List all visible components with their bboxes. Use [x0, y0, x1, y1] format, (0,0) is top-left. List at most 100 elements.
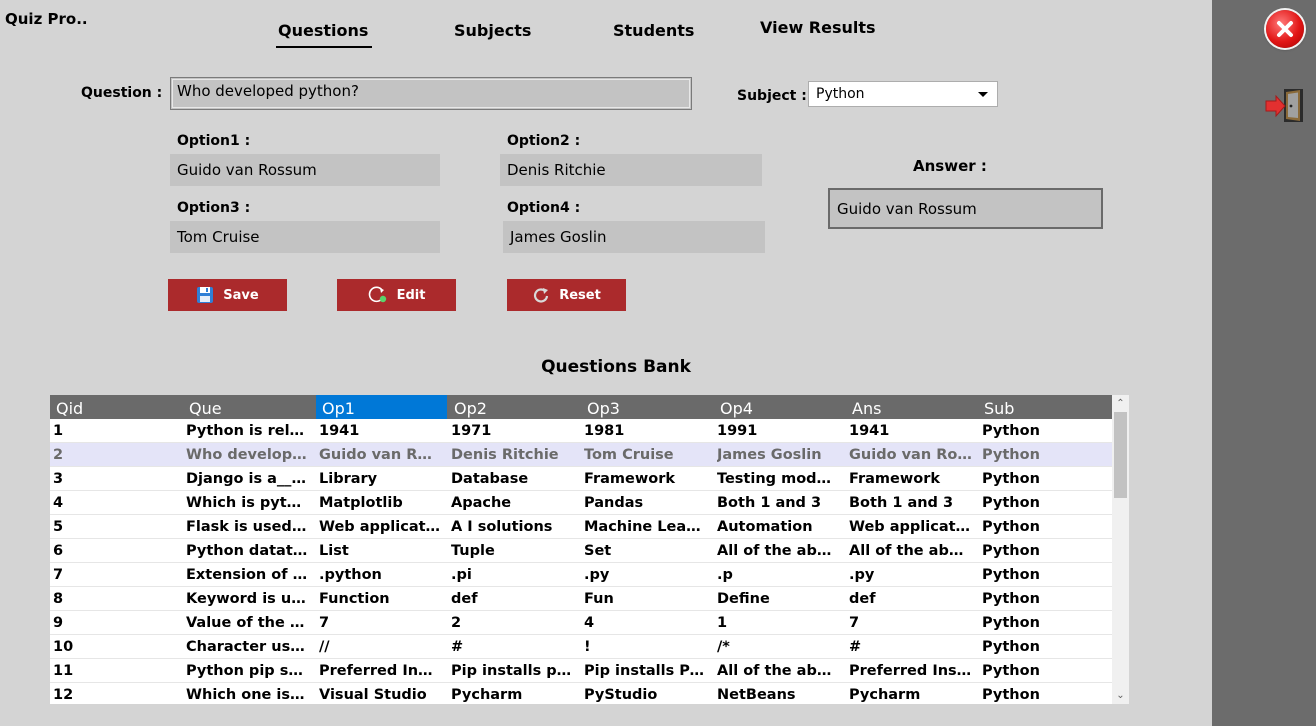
- option3-input[interactable]: Tom Cruise: [170, 221, 440, 253]
- table-scrollbar[interactable]: ⌃ ⌄: [1112, 395, 1129, 704]
- table-cell: Denis Ritchie: [451, 447, 559, 463]
- table-cell: Web applicatio...: [849, 519, 973, 535]
- table-cell: Pip installs pyt...: [451, 663, 575, 679]
- table-cell: 1941: [319, 423, 360, 439]
- table-cell: Machine Learni...: [584, 519, 706, 535]
- right-sidebar: [1212, 0, 1316, 726]
- subject-label: Subject :: [737, 88, 807, 104]
- table-cell: Automation: [717, 519, 813, 535]
- subject-select[interactable]: Python: [808, 81, 998, 107]
- tab-students[interactable]: Students: [613, 21, 694, 40]
- chevron-down-icon: [978, 92, 988, 97]
- table-cell: 6: [53, 543, 64, 559]
- table-cell: Python pip sta...: [186, 663, 308, 679]
- table-cell: PyStudio: [584, 687, 658, 703]
- tab-view-results[interactable]: View Results: [760, 18, 876, 37]
- table-cell: #: [451, 639, 464, 655]
- table-cell: James Goslin: [717, 447, 822, 463]
- table-cell: Tom Cruise: [584, 447, 674, 463]
- table-row[interactable]: 10 Character used... // #! /* # Python: [50, 635, 1112, 659]
- app-title: Quiz Pro..: [5, 10, 88, 28]
- reset-button[interactable]: Reset: [507, 279, 626, 311]
- column-header-qid[interactable]: Qid: [50, 395, 183, 419]
- scrollbar-thumb[interactable]: [1114, 412, 1127, 498]
- table-cell: Guido van Ros...: [319, 447, 441, 463]
- table-row[interactable]: 4 Which is pytho... Matplotlib Apache Pandas…: [50, 491, 1112, 515]
- table-row[interactable]: 8 Keyword is use... Function def Fun Define de…: [50, 587, 1112, 611]
- scroll-down-icon[interactable]: ⌄: [1116, 691, 1125, 701]
- close-icon[interactable]: [1266, 10, 1304, 48]
- table-cell: .p: [717, 567, 733, 583]
- table-cell: Visual Studio: [319, 687, 427, 703]
- table-row[interactable]: 6 Python datatyp... List Tuple Set All of the…: [50, 539, 1112, 563]
- table-cell: !: [584, 639, 591, 655]
- table-cell: NetBeans: [717, 687, 796, 703]
- option1-label: Option1 :: [177, 133, 251, 149]
- table-cell: 10: [53, 639, 74, 655]
- tab-questions[interactable]: Questions: [275, 21, 373, 48]
- table-row[interactable]: 11 Python pip sta... Preferred Insta... Pip…: [50, 659, 1112, 683]
- table-cell: Preferred Insta...: [319, 663, 441, 679]
- table-row[interactable]: 5 Flask is used for- Web applicatio... A I …: [50, 515, 1112, 539]
- table-cell: Extension of p...: [186, 567, 308, 583]
- table-cell: Python: [982, 567, 1040, 583]
- table-cell: Python: [982, 639, 1040, 655]
- column-header-op2[interactable]: Op2: [448, 395, 581, 419]
- column-header-op3[interactable]: Op3: [581, 395, 714, 419]
- table-cell: Tuple: [451, 543, 495, 559]
- table-cell: Both 1 and 3: [849, 495, 954, 511]
- table-row[interactable]: 1 Python is relas... 1941 1971 1981 1991 1941 P…: [50, 419, 1112, 443]
- scroll-up-icon[interactable]: ⌃: [1116, 399, 1125, 409]
- table-cell: Python: [982, 519, 1040, 535]
- table-cell: 7: [319, 615, 330, 631]
- questions-table[interactable]: Qid Que Op1 Op2 Op3 Op4 Ans Sub 1 Python …: [50, 395, 1129, 704]
- table-cell: 1: [717, 615, 728, 631]
- table-cell: Keyword is use...: [186, 591, 308, 607]
- table-cell: 5: [53, 519, 64, 535]
- tab-subjects[interactable]: Subjects: [454, 21, 531, 40]
- table-cell: List: [319, 543, 349, 559]
- table-cell: .python: [319, 567, 382, 583]
- table-cell: Matplotlib: [319, 495, 403, 511]
- column-header-op4[interactable]: Op4: [714, 395, 846, 419]
- table-cell: 8: [53, 591, 64, 607]
- column-header-que[interactable]: Que: [183, 395, 316, 419]
- floppy-disk-icon: [196, 286, 214, 304]
- table-cell: 2: [451, 615, 462, 631]
- table-row[interactable]: 12 Which one is p... Visual Studio Pycharm P…: [50, 683, 1112, 704]
- table-cell: Django is a____.: [186, 471, 308, 487]
- edit-button-label: Edit: [396, 287, 426, 303]
- table-cell: Python: [982, 543, 1040, 559]
- save-button[interactable]: Save: [168, 279, 287, 311]
- table-row[interactable]: 7 Extension of p... .python .pi .py .p .py Pyth…: [50, 563, 1112, 587]
- option1-input[interactable]: Guido van Rossum: [170, 154, 440, 186]
- logout-door-icon[interactable]: [1264, 88, 1306, 124]
- table-cell: def: [451, 591, 478, 607]
- table-cell: Python: [982, 447, 1040, 463]
- answer-input[interactable]: Guido van Rossum: [828, 188, 1103, 229]
- table-cell: 4: [53, 495, 64, 511]
- option4-input[interactable]: James Goslin: [503, 221, 765, 253]
- table-cell: 12: [53, 687, 74, 703]
- table-cell: 7: [849, 615, 860, 631]
- table-row[interactable]: 9 Value of the fol... 7 2 4 1 7 Python: [50, 611, 1112, 635]
- column-header-sub[interactable]: Sub: [978, 395, 1112, 419]
- table-cell: def: [849, 591, 876, 607]
- table-cell: Define: [717, 591, 770, 607]
- table-cell: .py: [849, 567, 875, 583]
- table-row[interactable]: 3 Django is a____. Library Database Framewor…: [50, 467, 1112, 491]
- column-header-ans[interactable]: Ans: [846, 395, 978, 419]
- table-cell: All of the above: [849, 543, 973, 559]
- table-cell: Python datatyp...: [186, 543, 308, 559]
- table-cell: Python: [982, 423, 1040, 439]
- table-cell: .py: [584, 567, 610, 583]
- option2-input[interactable]: Denis Ritchie: [500, 154, 762, 186]
- edit-button[interactable]: Edit: [337, 279, 456, 311]
- table-cell: Character used...: [186, 639, 308, 655]
- table-row[interactable]: 2 Who develope... Guido van Ros... Denis Ri…: [50, 443, 1112, 467]
- column-header-op1[interactable]: Op1: [316, 395, 447, 419]
- table-cell: All of the above: [717, 543, 840, 559]
- table-cell: 4: [584, 615, 595, 631]
- table-cell: 1941: [849, 423, 890, 439]
- question-input[interactable]: Who developed python?: [170, 77, 692, 110]
